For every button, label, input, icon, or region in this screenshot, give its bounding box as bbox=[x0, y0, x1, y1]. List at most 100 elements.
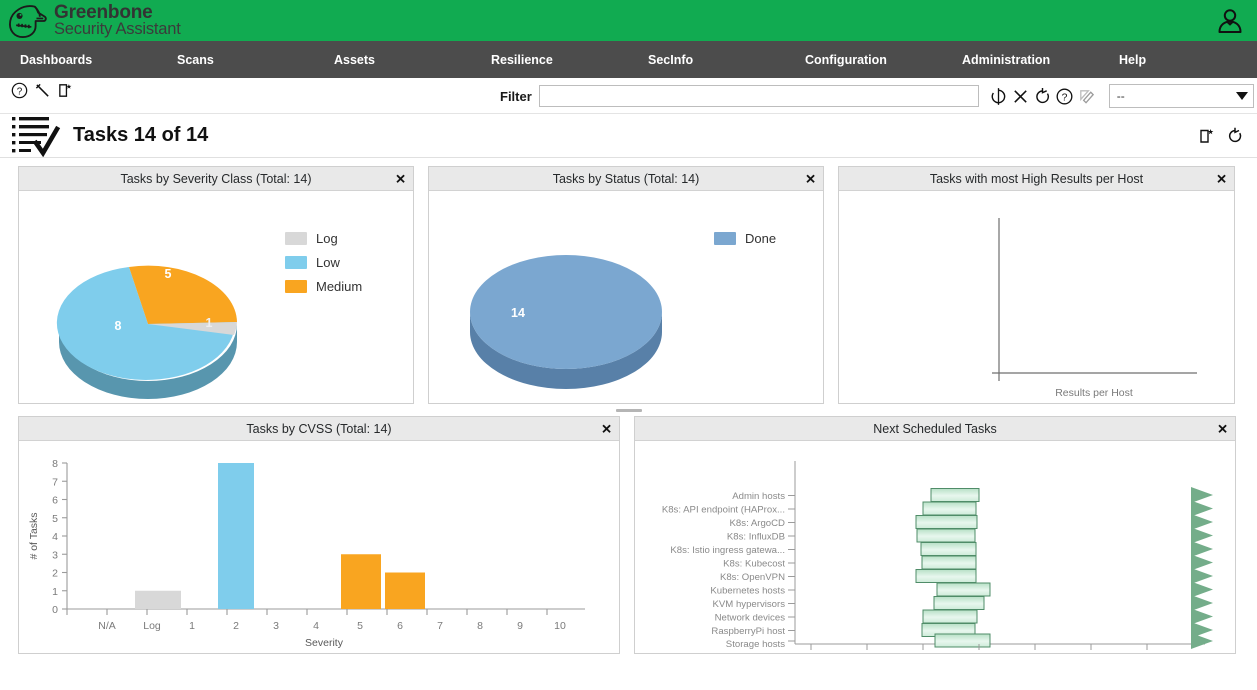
nav-item-administration[interactable]: Administration bbox=[962, 41, 1119, 78]
close-icon[interactable]: ✕ bbox=[601, 422, 612, 435]
gantt-label-11: Storage hosts bbox=[726, 639, 785, 650]
brand-name-secondary: Security Assistant bbox=[54, 21, 181, 38]
user-account-icon[interactable] bbox=[1215, 6, 1245, 36]
bar-log[interactable] bbox=[135, 591, 181, 609]
schedule-arrow-marker[interactable] bbox=[1191, 501, 1213, 517]
y-tick-0: 0 bbox=[52, 604, 58, 616]
high-results-empty-chart[interactable]: Results per Host bbox=[839, 191, 1234, 402]
schedule-arrow-marker[interactable] bbox=[1191, 487, 1213, 503]
gantt-bar-1[interactable] bbox=[923, 502, 976, 515]
panel-title: Tasks by Status (Total: 14) bbox=[553, 172, 700, 186]
gantt-label-5: K8s: Kubecost bbox=[723, 559, 785, 570]
help-circle-icon[interactable]: ? bbox=[11, 82, 28, 99]
drag-handle[interactable] bbox=[616, 409, 642, 412]
gantt-label-7: Kubernetes hosts bbox=[710, 586, 785, 597]
nav-item-dashboards[interactable]: Dashboards bbox=[20, 41, 177, 78]
gantt-bar-9[interactable] bbox=[923, 610, 977, 623]
schedule-arrow-marker[interactable] bbox=[1191, 555, 1213, 571]
help-circle-icon[interactable]: ? bbox=[1055, 87, 1074, 106]
filter-preset-value: -- bbox=[1117, 89, 1125, 103]
update-filter-icon[interactable] bbox=[989, 87, 1008, 106]
panel-header: Tasks by Status (Total: 14) ✕ bbox=[429, 167, 823, 191]
close-icon[interactable]: ✕ bbox=[395, 172, 406, 185]
gantt-bar-7[interactable] bbox=[937, 583, 990, 596]
panel-header: Tasks with most High Results per Host ✕ bbox=[839, 167, 1234, 191]
close-icon[interactable]: ✕ bbox=[1217, 422, 1228, 435]
new-page-star-icon[interactable] bbox=[57, 82, 74, 99]
main-navigation: Dashboards Scans Assets Resilience SecIn… bbox=[0, 41, 1257, 78]
gantt-label-10: RaspberryPi host bbox=[711, 626, 785, 637]
bar-6[interactable] bbox=[385, 573, 425, 610]
x-tick-8: 8 bbox=[477, 620, 483, 632]
gantt-bar-0[interactable] bbox=[931, 489, 979, 502]
gantt-bar-11[interactable] bbox=[935, 634, 990, 647]
panel-body: Results per Host bbox=[839, 191, 1234, 403]
scheduled-tasks-x-axis-labels: Sat 24 Dec 25 Mon 26 Tue 27 Wed 28 Thu 2… bbox=[635, 651, 1235, 653]
y-tick-8: 8 bbox=[52, 458, 58, 470]
page-title-row: Tasks 14 of 14 bbox=[0, 114, 1257, 158]
gantt-label-9: Network devices bbox=[715, 613, 786, 624]
page-title: Tasks 14 of 14 bbox=[73, 124, 208, 147]
gantt-bar-2[interactable] bbox=[916, 516, 977, 529]
legend-label-log: Log bbox=[316, 231, 338, 246]
dashboard-row-1: Tasks by Severity Class (Total: 14) ✕ 5 … bbox=[18, 166, 1239, 404]
x-tick-4: 4 bbox=[313, 620, 319, 632]
legend-item[interactable]: Log bbox=[285, 231, 362, 246]
schedule-arrow-marker[interactable] bbox=[1191, 541, 1213, 557]
nav-item-configuration[interactable]: Configuration bbox=[805, 41, 962, 78]
filter-preset-select[interactable]: -- bbox=[1109, 84, 1254, 108]
close-icon[interactable]: ✕ bbox=[805, 172, 816, 185]
x-tick-10: 10 bbox=[554, 620, 566, 632]
x-axis-label: Severity bbox=[305, 637, 344, 649]
new-page-star-icon[interactable] bbox=[1198, 127, 1216, 145]
panel-tasks-by-cvss: Tasks by CVSS (Total: 14) ✕ bbox=[18, 416, 620, 654]
legend-swatch-log bbox=[285, 232, 307, 245]
y-tick-2: 2 bbox=[52, 568, 58, 580]
magic-wand-icon[interactable] bbox=[34, 82, 51, 99]
bar-2[interactable] bbox=[218, 463, 254, 609]
nav-item-scans[interactable]: Scans bbox=[177, 41, 334, 78]
schedule-arrow-marker[interactable] bbox=[1191, 514, 1213, 530]
nav-item-assets[interactable]: Assets bbox=[334, 41, 491, 78]
panel-title: Tasks by CVSS (Total: 14) bbox=[246, 422, 391, 436]
gantt-bar-4[interactable] bbox=[921, 543, 976, 556]
legend-item[interactable]: Low bbox=[285, 255, 362, 270]
legend-item[interactable]: Medium bbox=[285, 279, 362, 294]
x-tick-3: 3 bbox=[273, 620, 279, 632]
schedule-arrow-marker[interactable] bbox=[1191, 582, 1213, 598]
legend-item[interactable]: Done bbox=[714, 231, 776, 246]
nav-item-resilience[interactable]: Resilience bbox=[491, 41, 648, 78]
cvss-bar-chart[interactable]: 0 1 2 3 4 5 6 7 8 bbox=[19, 441, 619, 652]
severity-pie-chart[interactable]: 5 8 1 bbox=[19, 191, 413, 402]
gantt-label-1: K8s: API endpoint (HAProx... bbox=[662, 505, 785, 516]
nav-item-secinfo[interactable]: SecInfo bbox=[648, 41, 805, 78]
brand[interactable]: Greenbone Security Assistant bbox=[0, 2, 181, 40]
bar-5[interactable] bbox=[341, 554, 381, 609]
schedule-arrow-marker[interactable] bbox=[1191, 595, 1213, 611]
gantt-bar-8[interactable] bbox=[934, 597, 984, 610]
schedule-arrow-marker[interactable] bbox=[1191, 633, 1213, 649]
reset-to-default-icon[interactable] bbox=[1033, 87, 1052, 106]
refresh-icon[interactable] bbox=[1226, 127, 1244, 145]
legend-swatch-medium bbox=[285, 280, 307, 293]
edit-filter-icon[interactable] bbox=[1077, 87, 1096, 106]
schedule-arrow-marker[interactable] bbox=[1191, 568, 1213, 584]
filter-input[interactable] bbox=[539, 85, 979, 107]
schedule-arrow-marker[interactable] bbox=[1191, 609, 1213, 625]
status-pie-chart[interactable]: 14 bbox=[429, 191, 823, 402]
close-icon[interactable]: ✕ bbox=[1216, 172, 1227, 185]
gantt-label-4: K8s: Istio ingress gatewa... bbox=[670, 545, 785, 556]
y-tick-7: 7 bbox=[52, 476, 58, 488]
scheduled-tasks-gantt-chart[interactable]: Admin hosts K8s: API endpoint (HAProx...… bbox=[635, 441, 1235, 652]
nav-item-help[interactable]: Help bbox=[1119, 41, 1146, 78]
pie-slice-label-medium: 5 bbox=[165, 267, 172, 281]
schedule-arrow-marker[interactable] bbox=[1191, 528, 1213, 544]
gantt-bar-6[interactable] bbox=[916, 570, 976, 583]
user-menu[interactable] bbox=[1215, 0, 1245, 41]
x-axis-label: Results per Host bbox=[1055, 387, 1133, 399]
reset-filter-icon[interactable] bbox=[1011, 87, 1030, 106]
gantt-bar-5[interactable] bbox=[922, 556, 976, 569]
gantt-bar-3[interactable] bbox=[917, 529, 975, 542]
dashboard-row-resizer bbox=[18, 404, 1239, 416]
panel-body: 14 Done bbox=[429, 191, 823, 403]
